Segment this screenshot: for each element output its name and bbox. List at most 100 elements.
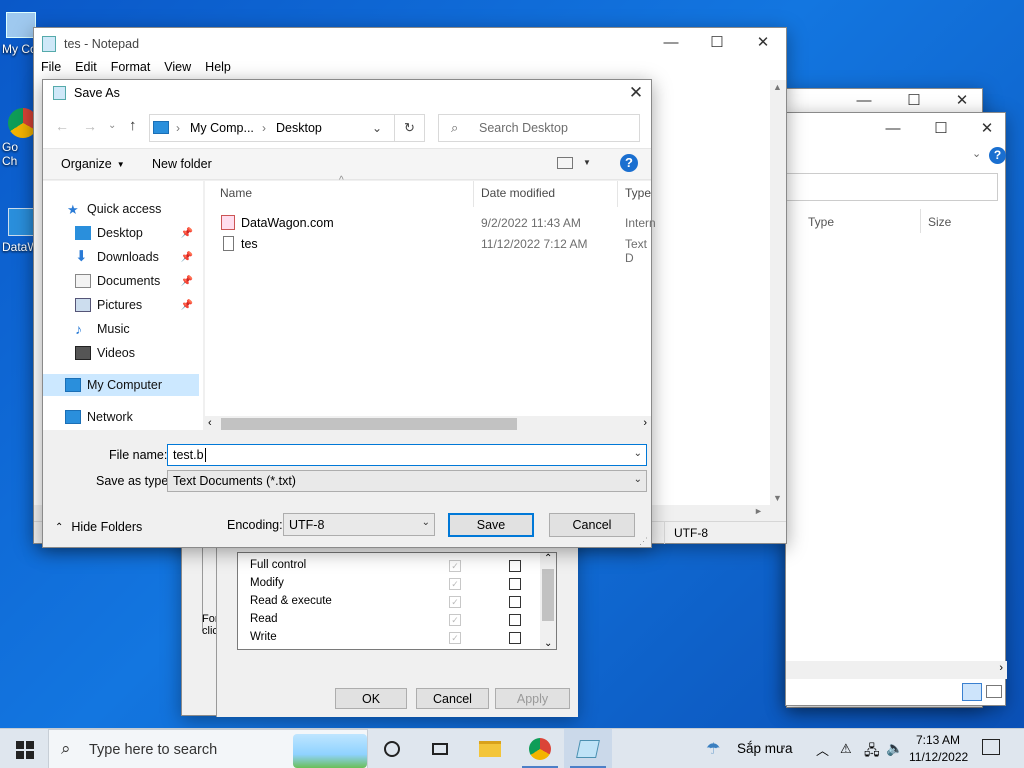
notification-icon[interactable] bbox=[982, 739, 1000, 755]
taskbar-search-box[interactable]: ⌕ Type here to search bbox=[48, 729, 368, 768]
chevron-down-icon[interactable]: ⌄ bbox=[108, 120, 116, 131]
taskbar-file-explorer[interactable] bbox=[466, 729, 514, 768]
column-header-size[interactable]: Size bbox=[928, 215, 951, 229]
chevron-down-icon[interactable]: ⌄ bbox=[972, 147, 981, 160]
minimize-icon[interactable]: — bbox=[656, 31, 686, 53]
nav-documents[interactable]: Documents 📌 bbox=[75, 270, 199, 292]
back-icon[interactable]: ← bbox=[55, 118, 69, 134]
weather-rain-icon[interactable]: ☂ bbox=[706, 739, 720, 759]
close-icon[interactable]: ✕ bbox=[947, 89, 977, 111]
chevron-down-icon[interactable]: ⌄ bbox=[634, 474, 642, 485]
chevron-down-icon[interactable]: ⌄ bbox=[634, 448, 642, 459]
nav-videos[interactable]: Videos bbox=[75, 342, 135, 364]
menu-file[interactable]: File bbox=[41, 60, 61, 74]
scroll-right-icon[interactable]: ► bbox=[754, 506, 763, 516]
allow-checkbox[interactable]: ✓ bbox=[449, 560, 461, 572]
vertical-scrollbar[interactable]: ⌃ ⌄ bbox=[540, 553, 556, 649]
cancel-button[interactable]: Cancel bbox=[416, 688, 489, 709]
apply-button[interactable]: Apply bbox=[495, 688, 570, 709]
security-icon[interactable]: ⚠ bbox=[840, 741, 852, 757]
nav-downloads[interactable]: ⬇ Downloads 📌 bbox=[75, 246, 199, 268]
file-row[interactable]: tes 11/12/2022 7:12 AM Text D bbox=[219, 235, 651, 265]
scroll-right-icon[interactable]: › bbox=[643, 417, 647, 429]
breadcrumb-item[interactable]: My Comp... bbox=[190, 121, 254, 135]
scroll-left-icon[interactable]: ‹ bbox=[208, 417, 212, 429]
vertical-scrollbar[interactable]: ▲ ▼ bbox=[770, 80, 786, 505]
chevron-down-icon[interactable]: ⌄ bbox=[422, 517, 430, 528]
close-icon[interactable]: ✕ bbox=[972, 117, 1002, 139]
weather-text[interactable]: Sắp mưa bbox=[737, 741, 793, 756]
search-box[interactable]: ⌕ Search Desktop bbox=[438, 114, 640, 142]
taskbar-notepad[interactable] bbox=[564, 729, 612, 768]
maximize-icon[interactable]: ☐ bbox=[702, 31, 732, 53]
scroll-up-icon[interactable]: ⌃ bbox=[544, 553, 552, 564]
file-name-input[interactable]: test.b ⌄ bbox=[167, 444, 647, 466]
start-button[interactable] bbox=[16, 741, 34, 759]
encoding-select[interactable]: UTF-8 ⌄ bbox=[283, 513, 435, 536]
scroll-right-icon[interactable]: › bbox=[999, 662, 1003, 674]
maximize-icon[interactable]: ☐ bbox=[899, 89, 929, 111]
allow-checkbox[interactable]: ✓ bbox=[449, 596, 461, 608]
menu-view[interactable]: View bbox=[164, 60, 191, 74]
scroll-down-icon[interactable]: ▼ bbox=[773, 493, 782, 503]
nav-quick-access[interactable]: ★ Quick access bbox=[67, 198, 161, 220]
minimize-icon[interactable]: — bbox=[878, 117, 908, 139]
new-folder-button[interactable]: New folder bbox=[152, 157, 212, 171]
nav-my-computer[interactable]: My Computer bbox=[43, 374, 199, 396]
nav-pictures[interactable]: Pictures 📌 bbox=[75, 294, 199, 316]
forward-icon[interactable]: → bbox=[83, 118, 97, 134]
taskbar-chrome[interactable] bbox=[516, 729, 564, 768]
organize-button[interactable]: Organize ▼ bbox=[61, 157, 125, 171]
ok-button[interactable]: OK bbox=[335, 688, 407, 709]
details-view-icon[interactable] bbox=[962, 683, 982, 701]
column-header-name[interactable]: Name bbox=[220, 186, 252, 206]
up-arrow-icon[interactable]: ↑ bbox=[129, 117, 137, 134]
file-row[interactable]: DataWagon.com 9/2/2022 11:43 AM Intern bbox=[219, 214, 656, 234]
close-icon[interactable]: ✕ bbox=[748, 31, 778, 53]
minimize-icon[interactable]: — bbox=[849, 89, 879, 111]
save-button[interactable]: Save bbox=[448, 513, 534, 537]
nav-network[interactable]: Network bbox=[65, 406, 133, 428]
menu-edit[interactable]: Edit bbox=[75, 60, 97, 74]
deny-checkbox[interactable] bbox=[509, 614, 521, 626]
clock-time[interactable]: 7:13 AM bbox=[916, 733, 960, 747]
large-icons-view-icon[interactable] bbox=[986, 685, 1002, 698]
scroll-up-icon[interactable]: ▲ bbox=[773, 82, 782, 92]
save-type-select[interactable]: Text Documents (*.txt) ⌄ bbox=[167, 470, 647, 492]
breadcrumb-item[interactable]: Desktop bbox=[276, 121, 322, 135]
close-icon[interactable]: ✕ bbox=[621, 82, 651, 104]
column-header-date[interactable]: Date modified bbox=[481, 186, 555, 206]
cancel-button[interactable]: Cancel bbox=[549, 513, 635, 537]
search-box[interactable] bbox=[786, 173, 998, 201]
scrollbar-thumb[interactable] bbox=[221, 418, 517, 430]
scrollbar-thumb[interactable] bbox=[542, 569, 554, 621]
network-icon[interactable]: 🖧 bbox=[864, 740, 880, 764]
chevron-up-icon[interactable]: ︿ bbox=[816, 740, 829, 759]
view-options-icon[interactable] bbox=[557, 157, 573, 169]
deny-checkbox[interactable] bbox=[509, 560, 521, 572]
pin-icon[interactable]: 📌 bbox=[181, 228, 193, 239]
resize-grip-icon[interactable]: ⋰ bbox=[639, 536, 648, 547]
task-view-button[interactable] bbox=[416, 729, 464, 768]
nav-desktop[interactable]: Desktop 📌 bbox=[75, 222, 199, 244]
horizontal-scrollbar[interactable]: › bbox=[786, 661, 1007, 679]
volume-icon[interactable]: 🔈 bbox=[886, 740, 903, 757]
address-bar[interactable]: › My Comp... › Desktop ⌄ ↻ bbox=[149, 114, 425, 142]
deny-checkbox[interactable] bbox=[509, 632, 521, 644]
horizontal-scrollbar[interactable]: ‹ › bbox=[205, 416, 651, 432]
allow-checkbox[interactable]: ✓ bbox=[449, 632, 461, 644]
help-icon[interactable]: ? bbox=[620, 154, 638, 172]
chevron-down-icon[interactable]: ⌄ bbox=[372, 121, 382, 135]
help-icon[interactable]: ? bbox=[989, 147, 1006, 164]
caret-down-icon[interactable]: ▼ bbox=[583, 158, 591, 167]
pin-icon[interactable]: 📌 bbox=[181, 252, 193, 263]
hide-folders-button[interactable]: ⌃ Hide Folders bbox=[55, 520, 142, 534]
allow-checkbox[interactable]: ✓ bbox=[449, 614, 461, 626]
column-header-type[interactable]: Type bbox=[808, 215, 834, 229]
task-view-button[interactable] bbox=[368, 729, 416, 768]
scroll-down-icon[interactable]: ⌄ bbox=[544, 638, 552, 649]
nav-music[interactable]: ♪ Music bbox=[75, 318, 130, 340]
allow-checkbox[interactable]: ✓ bbox=[449, 578, 461, 590]
deny-checkbox[interactable] bbox=[509, 596, 521, 608]
menu-help[interactable]: Help bbox=[205, 60, 231, 74]
